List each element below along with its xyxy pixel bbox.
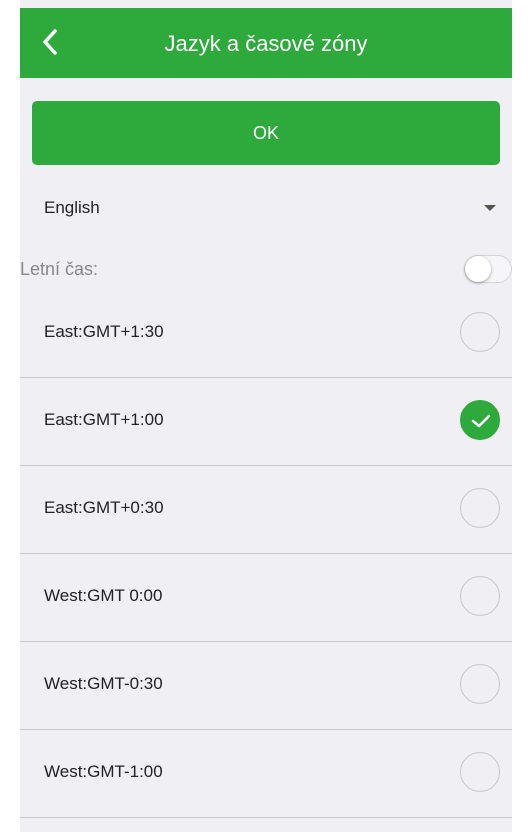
app-header: Jazyk a časové zóny — [20, 8, 512, 78]
timezone-label: East:GMT+1:00 — [44, 410, 164, 429]
timezone-item[interactable]: East:GMT+1:30 — [20, 290, 512, 378]
radio-button[interactable] — [460, 576, 500, 616]
toggle-knob — [465, 256, 491, 282]
timezone-label: East:GMT+1:30 — [44, 322, 164, 341]
radio-button[interactable] — [460, 400, 500, 440]
summer-time-toggle[interactable] — [464, 255, 512, 283]
page-title: Jazyk a časové zóny — [164, 31, 368, 56]
radio-button[interactable] — [460, 488, 500, 528]
timezone-label: West:GMT 0:00 — [44, 586, 163, 605]
timezone-item[interactable]: West:GMT 0:00 — [20, 554, 512, 642]
radio-button[interactable] — [460, 312, 500, 352]
timezone-item[interactable]: East:GMT+0:30 — [20, 466, 512, 554]
timezone-label: West:GMT-1:00 — [44, 762, 163, 781]
summer-time-label: Letní čas: — [20, 258, 99, 279]
dropdown-arrow-icon — [484, 205, 496, 211]
screen: Jazyk a časové zóny OK English Letní čas… — [20, 0, 512, 832]
checkmark-icon — [471, 414, 491, 428]
ok-button[interactable]: OK — [32, 101, 500, 165]
language-value: English — [44, 198, 100, 217]
radio-button[interactable] — [460, 664, 500, 704]
timezone-label: West:GMT-0:30 — [44, 674, 163, 693]
timezone-label: East:GMT+0:30 — [44, 498, 164, 517]
radio-button[interactable] — [460, 752, 500, 792]
timezone-item[interactable]: West:GMT-1:00 — [20, 730, 512, 818]
timezone-list: East:GMT+1:30 East:GMT+1:00 East:GMT+0:3… — [20, 290, 512, 818]
timezone-item[interactable]: West:GMT-0:30 — [20, 642, 512, 730]
timezone-item[interactable]: East:GMT+1:00 — [20, 378, 512, 466]
language-select[interactable]: English — [44, 188, 496, 228]
summer-time-row: Letní čas: — [20, 248, 512, 290]
